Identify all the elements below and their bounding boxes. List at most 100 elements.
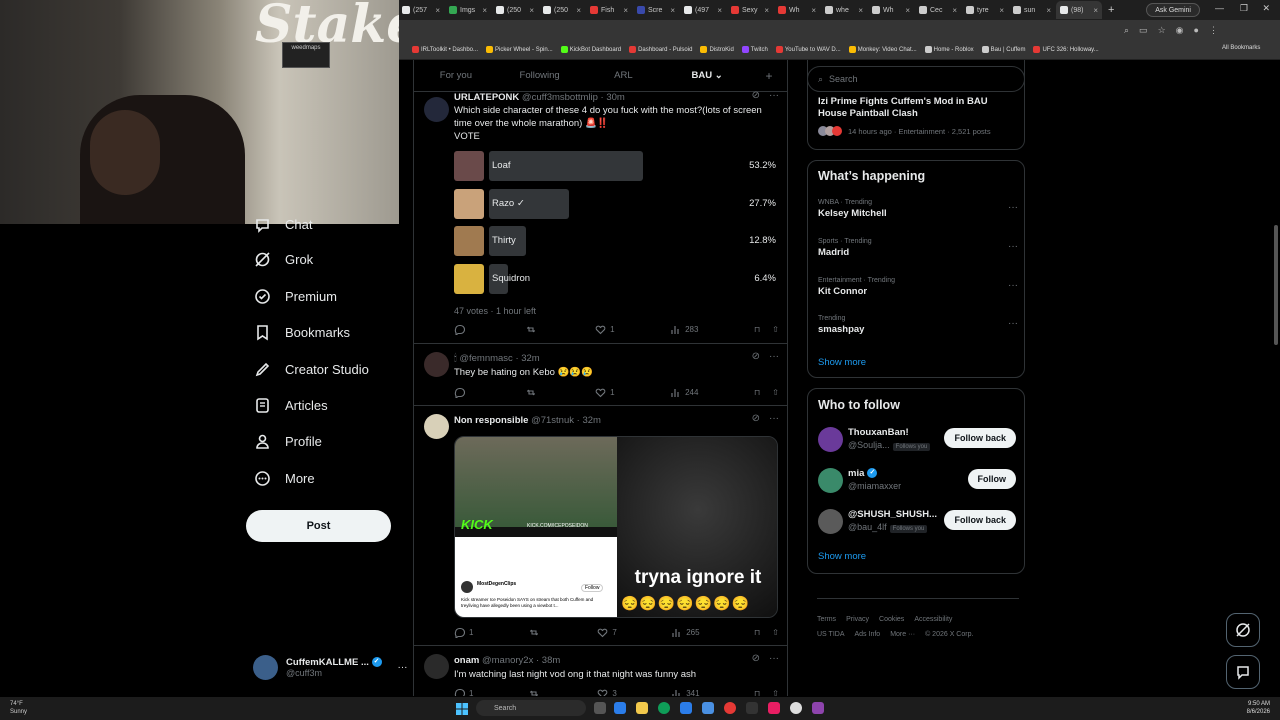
views-button[interactable]: 244: [670, 387, 698, 398]
nav-item-grok[interactable]: Grok: [254, 251, 313, 268]
grok-fab[interactable]: [1226, 613, 1260, 647]
file-explorer-icon[interactable]: [636, 702, 648, 714]
browser-tab[interactable]: (257 ×: [398, 1, 444, 19]
nav-item-articles[interactable]: Articles: [254, 397, 328, 414]
repost-button[interactable]: [528, 688, 543, 696]
reply-button[interactable]: [454, 324, 469, 335]
tweet[interactable]: 🕯 @femnmasc · 32m ⊘ ··· They be hating on…: [414, 344, 787, 406]
bookmark-item[interactable]: KickBot Dashboard: [560, 46, 621, 53]
browser-tab[interactable]: Imgs ×: [445, 1, 491, 19]
minimize-icon[interactable]: —: [1215, 3, 1224, 13]
weather-widget[interactable]: 74°F Sunny: [10, 700, 27, 716]
footer-link[interactable]: More ···: [890, 631, 915, 638]
tab-close-icon[interactable]: ×: [952, 6, 957, 15]
nav-item-bookmarks[interactable]: Bookmarks: [254, 324, 350, 341]
poll-option[interactable]: Razo ✓ 27.7%: [454, 189, 776, 219]
chrome-icon[interactable]: [724, 702, 736, 714]
nav-item-chat[interactable]: Chat: [254, 216, 312, 233]
show-more-trends[interactable]: Show more: [818, 357, 866, 368]
account-switcher[interactable]: CuffemKALLME ... ✓ @cuff3m ···: [253, 655, 408, 680]
tab-close-icon[interactable]: ×: [1093, 6, 1098, 15]
browser-tab[interactable]: (98) ×: [1056, 1, 1102, 19]
tab-close-icon[interactable]: ×: [435, 6, 440, 15]
tab-following[interactable]: Following: [498, 70, 582, 81]
bookmark-icon[interactable]: ⊓: [754, 325, 760, 334]
nav-item-more[interactable]: More: [254, 470, 315, 487]
grok-icon[interactable]: ⊘: [752, 653, 760, 664]
close-window-icon[interactable]: ✕: [1262, 3, 1270, 14]
edge-icon[interactable]: [658, 702, 670, 714]
tweet-author[interactable]: 🕯 @femnmasc · 32m: [454, 353, 540, 364]
browser-tab[interactable]: (250 ×: [492, 1, 538, 19]
follow-button[interactable]: Follow: [967, 469, 1016, 489]
windows-start-icon[interactable]: [456, 702, 468, 715]
bookmark-icon[interactable]: ⊓: [754, 388, 760, 397]
tab-close-icon[interactable]: ×: [999, 6, 1004, 15]
footer-link[interactable]: Privacy: [846, 616, 869, 623]
obs-icon[interactable]: [746, 702, 758, 714]
trend-more-icon[interactable]: ···: [1008, 280, 1018, 291]
tab-close-icon[interactable]: ×: [764, 6, 769, 15]
ask-gemini-button[interactable]: Ask Gemini: [1146, 3, 1200, 17]
all-bookmarks[interactable]: All Bookmarks: [1222, 45, 1260, 51]
reply-button[interactable]: 1: [454, 627, 473, 638]
bookmark-item[interactable]: IRLToolkit • Dashbo...: [412, 46, 478, 53]
tab-close-icon[interactable]: ×: [482, 6, 487, 15]
menu-icon[interactable]: ⋮: [1209, 25, 1218, 36]
active-app-icon[interactable]: [768, 702, 780, 714]
trend-item[interactable]: Sports · Trending Madrid ···: [818, 238, 1018, 258]
star-icon[interactable]: ☆: [1158, 25, 1166, 36]
post-button[interactable]: Post: [246, 510, 391, 542]
add-tab-icon[interactable]: +: [749, 69, 787, 83]
reply-button[interactable]: [454, 387, 469, 398]
like-button[interactable]: 1: [595, 387, 615, 398]
footer-link[interactable]: Accessibility: [914, 616, 952, 623]
footer-link[interactable]: © 2026 X Corp.: [925, 631, 973, 638]
follow-button[interactable]: Follow back: [944, 510, 1016, 530]
tab-close-icon[interactable]: ×: [1046, 6, 1051, 15]
footer-link[interactable]: US TIDA: [817, 631, 845, 638]
browser-tab[interactable]: Sexy ×: [727, 1, 773, 19]
nav-item-profile[interactable]: Profile: [254, 433, 322, 450]
browser-tab[interactable]: whe ×: [821, 1, 867, 19]
bookmark-item[interactable]: Home - Roblox: [924, 46, 974, 53]
new-tab-icon[interactable]: +: [1108, 4, 1114, 16]
bookmark-item[interactable]: DistroKid: [700, 46, 734, 53]
bookmark-item[interactable]: Bau | Cuffem: [981, 46, 1025, 53]
cast-icon[interactable]: ▭: [1139, 25, 1148, 36]
trend-more-icon[interactable]: ···: [1008, 202, 1018, 213]
bookmark-item[interactable]: Picker Wheel - Spin...: [486, 46, 553, 53]
more-icon[interactable]: ···: [769, 90, 779, 101]
show-more-follows[interactable]: Show more: [818, 551, 866, 562]
profile-icon[interactable]: ●: [1194, 25, 1199, 36]
tab-close-icon[interactable]: ×: [576, 6, 581, 15]
like-button[interactable]: 3: [597, 688, 617, 696]
tab-close-icon[interactable]: ×: [905, 6, 910, 15]
tab-close-icon[interactable]: ×: [529, 6, 534, 15]
page-scrollbar[interactable]: [1274, 225, 1278, 345]
discord-icon[interactable]: [812, 702, 824, 714]
tab-close-icon[interactable]: ×: [858, 6, 863, 15]
trend-item[interactable]: WNBA · Trending Kelsey Mitchell ···: [818, 199, 1018, 219]
share-icon[interactable]: ⇧: [772, 628, 779, 637]
tweet-author[interactable]: URLATEPONK: [454, 92, 519, 103]
like-button[interactable]: 1: [595, 324, 615, 335]
bookmark-icon[interactable]: ⊓: [754, 628, 760, 637]
nav-item-creator-studio[interactable]: Creator Studio: [254, 361, 369, 378]
trend-more-icon[interactable]: ···: [1008, 318, 1018, 329]
tab-close-icon[interactable]: ×: [623, 6, 628, 15]
tab-arl[interactable]: ARL: [582, 70, 666, 81]
follow-suggestion[interactable]: ThouxanBan! @Soulja... Follows you Follow b…: [818, 427, 1016, 455]
tweet-media-image[interactable]: KICK KICK.COM/ICEPOSEIDON MostDegenClips…: [454, 436, 778, 618]
share-icon[interactable]: ⇧: [772, 325, 779, 334]
tweet-poll[interactable]: URLATEPONK @cuff3msbottmlip · 30m ⊘ ··· W…: [414, 90, 787, 344]
repost-button[interactable]: [525, 387, 540, 398]
repost-button[interactable]: [528, 627, 543, 638]
taskbar-search[interactable]: Search: [476, 700, 586, 716]
browser-tab[interactable]: Wh ×: [774, 1, 820, 19]
tab-close-icon[interactable]: ×: [811, 6, 816, 15]
tweet[interactable]: onam @manory2x · 38m ⊘ ··· I'm watching l…: [414, 646, 787, 696]
trend-more-icon[interactable]: ···: [1008, 241, 1018, 252]
tab-close-icon[interactable]: ×: [717, 6, 722, 15]
repost-button[interactable]: [525, 324, 540, 335]
